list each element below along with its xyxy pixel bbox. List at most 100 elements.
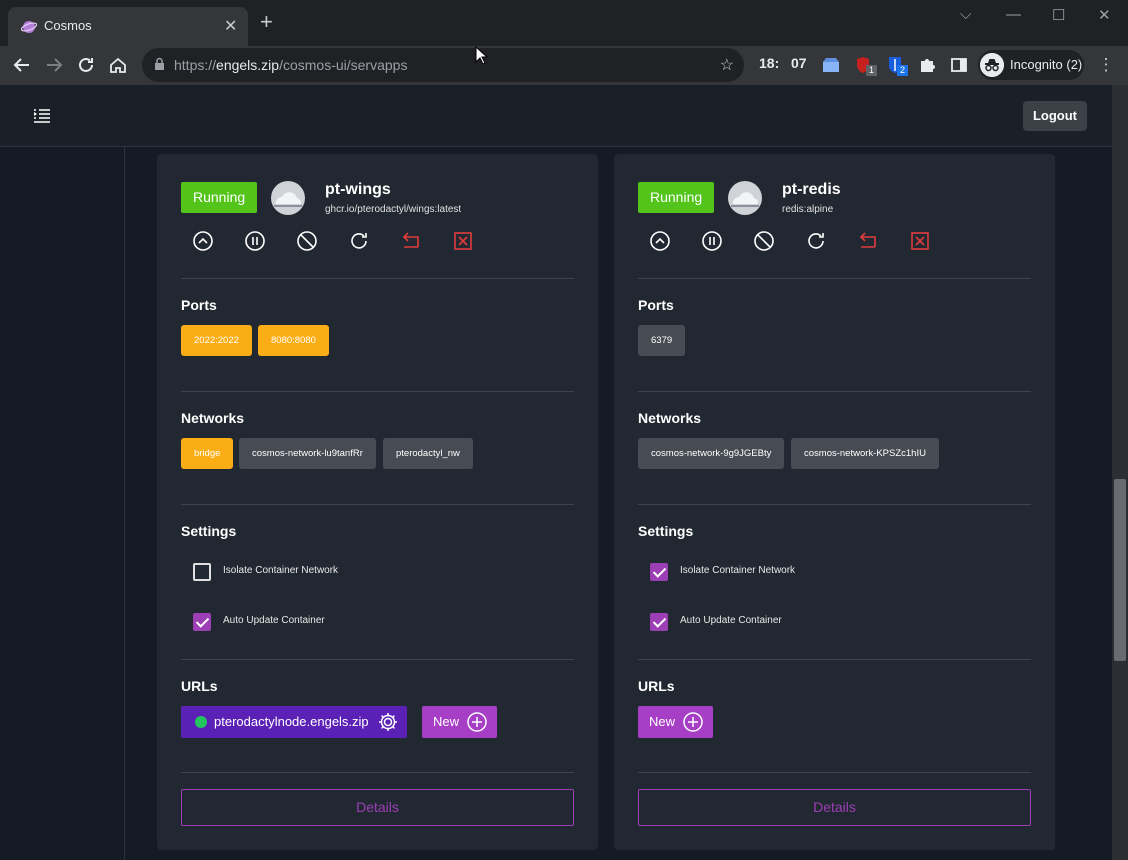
ports-title: Ports bbox=[181, 297, 217, 313]
status-badge: Running bbox=[638, 182, 715, 213]
address-bar[interactable]: https://engels.zip/cosmos-ui/servapps ☆ bbox=[142, 48, 744, 82]
port-chip[interactable]: 6379 bbox=[638, 325, 686, 356]
divider bbox=[638, 504, 1031, 505]
page-scrollbar[interactable] bbox=[1112, 85, 1128, 860]
container-image: redis:alpine bbox=[782, 204, 834, 215]
networks-title: Networks bbox=[181, 410, 245, 426]
url-chip[interactable]: pterodactylnode.engels.zip bbox=[181, 706, 407, 738]
window-close-icon[interactable]: ✕ bbox=[1098, 6, 1111, 24]
divider bbox=[638, 278, 1031, 279]
ports-title: Ports bbox=[638, 297, 674, 313]
checkbox-label: Isolate Container Network bbox=[680, 565, 796, 576]
stop-icon[interactable] bbox=[296, 230, 318, 252]
lock-icon[interactable] bbox=[154, 57, 165, 71]
cosmos-favicon-icon bbox=[21, 21, 37, 33]
container-name: pt-wings bbox=[325, 181, 391, 198]
checkbox-box[interactable] bbox=[650, 563, 668, 581]
scrollbar-thumb[interactable] bbox=[1114, 479, 1126, 661]
port-chip[interactable]: 8080:8080 bbox=[258, 325, 329, 356]
container-card-pt-redis: Running pt-redis redis:alpine Ports 6379… bbox=[614, 154, 1055, 850]
network-chip[interactable]: cosmos-network-9g9JGEBty bbox=[638, 438, 785, 469]
pause-icon[interactable] bbox=[701, 230, 723, 252]
clock-minutes: 07 bbox=[791, 55, 807, 71]
forward-arrow-icon[interactable] bbox=[44, 55, 64, 75]
maximize-icon[interactable]: ☐ bbox=[1052, 6, 1065, 24]
network-chip[interactable]: bridge bbox=[181, 438, 234, 469]
minimize-icon[interactable]: — bbox=[1006, 6, 1021, 23]
update-up-icon[interactable] bbox=[649, 230, 671, 252]
port-chip[interactable]: 2022:2022 bbox=[181, 325, 252, 356]
networks-title: Networks bbox=[638, 410, 702, 426]
container-card-pt-wings: Running pt-wings ghcr.io/pterodactyl/win… bbox=[157, 154, 598, 850]
recreate-icon[interactable] bbox=[857, 230, 879, 252]
clock-hours: 18: bbox=[759, 55, 780, 71]
home-icon[interactable] bbox=[108, 55, 128, 75]
details-button[interactable]: Details bbox=[181, 789, 574, 826]
back-arrow-icon[interactable] bbox=[12, 55, 32, 75]
container-name: pt-redis bbox=[782, 181, 841, 198]
network-chip[interactable]: cosmos-network-lu9tanfRr bbox=[239, 438, 376, 469]
extensions-puzzle-icon[interactable] bbox=[917, 55, 937, 75]
new-button-label: New bbox=[649, 714, 676, 729]
incognito-profile-button[interactable]: Incognito (2) bbox=[978, 50, 1084, 80]
bookmark-star-icon[interactable]: ☆ bbox=[720, 55, 734, 75]
browser-toolbar: https://engels.zip/cosmos-ui/servapps ☆ … bbox=[0, 46, 1128, 85]
incognito-icon bbox=[980, 53, 1004, 77]
page-viewport: Logout Running pt-wings ghcr.io/pterodac… bbox=[0, 85, 1112, 860]
settings-title: Settings bbox=[181, 523, 237, 539]
menu-toggle-icon[interactable] bbox=[34, 109, 50, 123]
mouse-cursor-icon bbox=[475, 46, 487, 65]
pause-icon[interactable] bbox=[244, 230, 266, 252]
network-chip[interactable]: pterodactyl_nw bbox=[383, 438, 473, 469]
settings-title: Settings bbox=[638, 523, 694, 539]
new-button-label: New bbox=[433, 714, 460, 729]
side-panel-icon[interactable] bbox=[949, 55, 969, 75]
delete-icon[interactable] bbox=[452, 230, 474, 252]
tab-title: Cosmos bbox=[44, 18, 92, 33]
divider bbox=[638, 659, 1031, 660]
divider bbox=[638, 391, 1031, 392]
restart-icon[interactable] bbox=[348, 230, 370, 252]
divider bbox=[638, 772, 1031, 773]
extension-store-icon[interactable] bbox=[821, 55, 841, 75]
divider bbox=[181, 391, 574, 392]
reload-icon[interactable] bbox=[76, 55, 96, 75]
browser-menu-icon[interactable]: ⋮ bbox=[1096, 55, 1116, 75]
new-url-button[interactable]: New bbox=[638, 706, 713, 738]
divider bbox=[181, 659, 574, 660]
plus-circle-icon bbox=[683, 712, 703, 732]
url-text[interactable]: https://engels.zip/cosmos-ui/servapps bbox=[174, 57, 407, 73]
restart-icon[interactable] bbox=[805, 230, 827, 252]
url-chip-label[interactable]: pterodactylnode.engels.zip bbox=[214, 714, 369, 729]
checkbox-box[interactable] bbox=[193, 563, 211, 581]
checkbox-box[interactable] bbox=[193, 613, 211, 631]
tab-close-icon[interactable]: ✕ bbox=[224, 16, 237, 36]
divider bbox=[181, 278, 574, 279]
profile-label: Incognito (2) bbox=[1010, 57, 1083, 72]
logout-button[interactable]: Logout bbox=[1023, 101, 1087, 131]
tab-search-icon[interactable]: ⌵ bbox=[960, 6, 971, 23]
gear-icon[interactable] bbox=[377, 711, 399, 733]
left-sidebar bbox=[0, 147, 125, 860]
new-url-button[interactable]: New bbox=[422, 706, 497, 738]
checkbox-box[interactable] bbox=[650, 613, 668, 631]
bitwarden-badge: 2 bbox=[897, 65, 908, 76]
update-up-icon[interactable] bbox=[192, 230, 214, 252]
network-chip[interactable]: cosmos-network-KPSZc1hIU bbox=[791, 438, 939, 469]
browser-tab-cosmos[interactable]: Cosmos ✕ bbox=[8, 7, 248, 46]
checkbox-label: Auto Update Container bbox=[680, 615, 782, 626]
urls-title: URLs bbox=[181, 678, 218, 694]
new-tab-button[interactable]: + bbox=[260, 11, 273, 33]
checkbox-label: Isolate Container Network bbox=[223, 565, 339, 576]
app-header: Logout bbox=[0, 85, 1112, 147]
checkbox-label: Auto Update Container bbox=[223, 615, 325, 626]
stop-icon[interactable] bbox=[753, 230, 775, 252]
recreate-icon[interactable] bbox=[400, 230, 422, 252]
container-image: ghcr.io/pterodactyl/wings:latest bbox=[325, 204, 462, 215]
ublock-badge: 1 bbox=[866, 65, 877, 76]
url-status-dot bbox=[195, 716, 207, 728]
plus-circle-icon bbox=[467, 712, 487, 732]
details-button[interactable]: Details bbox=[638, 789, 1031, 826]
container-cloud-icon bbox=[728, 181, 762, 215]
delete-icon[interactable] bbox=[909, 230, 931, 252]
